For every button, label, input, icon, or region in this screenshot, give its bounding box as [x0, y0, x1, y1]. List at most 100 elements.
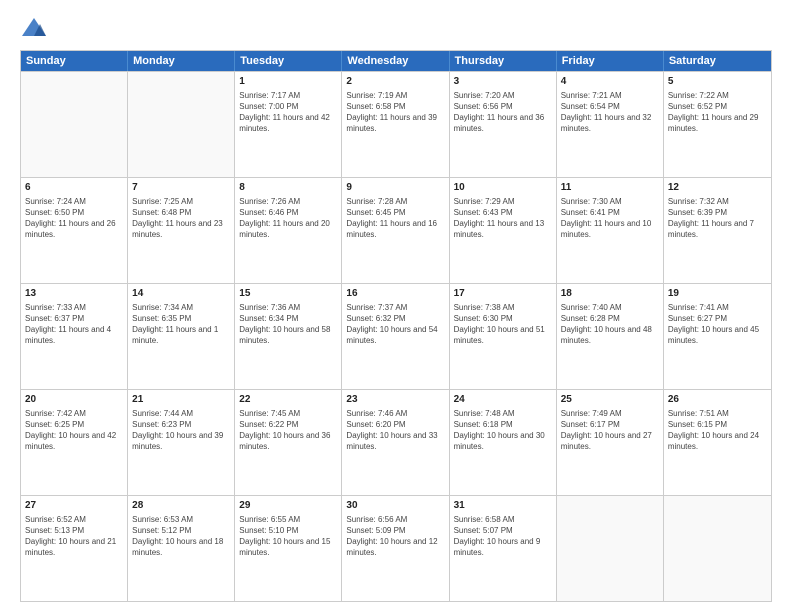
cell-content: Sunrise: 7:36 AM Sunset: 6:34 PM Dayligh… — [239, 302, 337, 347]
day-number: 30 — [346, 499, 444, 513]
day-number: 26 — [668, 393, 767, 407]
header-monday: Monday — [128, 51, 235, 71]
day-number: 16 — [346, 287, 444, 301]
cell-content: Sunrise: 7:20 AM Sunset: 6:56 PM Dayligh… — [454, 90, 552, 135]
day-number: 31 — [454, 499, 552, 513]
cal-cell-1-3: 9Sunrise: 7:28 AM Sunset: 6:45 PM Daylig… — [342, 178, 449, 283]
cal-cell-4-0: 27Sunrise: 6:52 AM Sunset: 5:13 PM Dayli… — [21, 496, 128, 601]
cal-cell-0-3: 2Sunrise: 7:19 AM Sunset: 6:58 PM Daylig… — [342, 72, 449, 177]
week-row-2: 13Sunrise: 7:33 AM Sunset: 6:37 PM Dayli… — [21, 283, 771, 389]
cell-content: Sunrise: 6:58 AM Sunset: 5:07 PM Dayligh… — [454, 514, 552, 559]
cal-cell-2-5: 18Sunrise: 7:40 AM Sunset: 6:28 PM Dayli… — [557, 284, 664, 389]
cell-content: Sunrise: 6:55 AM Sunset: 5:10 PM Dayligh… — [239, 514, 337, 559]
cal-cell-1-4: 10Sunrise: 7:29 AM Sunset: 6:43 PM Dayli… — [450, 178, 557, 283]
cal-cell-1-0: 6Sunrise: 7:24 AM Sunset: 6:50 PM Daylig… — [21, 178, 128, 283]
cal-cell-3-1: 21Sunrise: 7:44 AM Sunset: 6:23 PM Dayli… — [128, 390, 235, 495]
day-number: 11 — [561, 181, 659, 195]
cell-content: Sunrise: 7:22 AM Sunset: 6:52 PM Dayligh… — [668, 90, 767, 135]
cal-cell-1-6: 12Sunrise: 7:32 AM Sunset: 6:39 PM Dayli… — [664, 178, 771, 283]
cell-content: Sunrise: 7:49 AM Sunset: 6:17 PM Dayligh… — [561, 408, 659, 453]
cell-content: Sunrise: 7:42 AM Sunset: 6:25 PM Dayligh… — [25, 408, 123, 453]
calendar-body: 1Sunrise: 7:17 AM Sunset: 7:00 PM Daylig… — [21, 71, 771, 601]
day-number: 28 — [132, 499, 230, 513]
day-number: 5 — [668, 75, 767, 89]
cell-content: Sunrise: 7:29 AM Sunset: 6:43 PM Dayligh… — [454, 196, 552, 241]
cell-content: Sunrise: 7:19 AM Sunset: 6:58 PM Dayligh… — [346, 90, 444, 135]
day-number: 8 — [239, 181, 337, 195]
week-row-1: 6Sunrise: 7:24 AM Sunset: 6:50 PM Daylig… — [21, 177, 771, 283]
cell-content: Sunrise: 6:53 AM Sunset: 5:12 PM Dayligh… — [132, 514, 230, 559]
cal-cell-3-3: 23Sunrise: 7:46 AM Sunset: 6:20 PM Dayli… — [342, 390, 449, 495]
cell-content: Sunrise: 7:34 AM Sunset: 6:35 PM Dayligh… — [132, 302, 230, 347]
cal-cell-3-2: 22Sunrise: 7:45 AM Sunset: 6:22 PM Dayli… — [235, 390, 342, 495]
cal-cell-1-1: 7Sunrise: 7:25 AM Sunset: 6:48 PM Daylig… — [128, 178, 235, 283]
cell-content: Sunrise: 7:44 AM Sunset: 6:23 PM Dayligh… — [132, 408, 230, 453]
cal-cell-3-6: 26Sunrise: 7:51 AM Sunset: 6:15 PM Dayli… — [664, 390, 771, 495]
cal-cell-4-1: 28Sunrise: 6:53 AM Sunset: 5:12 PM Dayli… — [128, 496, 235, 601]
header-sunday: Sunday — [21, 51, 128, 71]
day-number: 4 — [561, 75, 659, 89]
cell-content: Sunrise: 7:30 AM Sunset: 6:41 PM Dayligh… — [561, 196, 659, 241]
logo-icon — [20, 16, 48, 44]
cell-content: Sunrise: 7:46 AM Sunset: 6:20 PM Dayligh… — [346, 408, 444, 453]
cal-cell-0-1 — [128, 72, 235, 177]
cell-content: Sunrise: 7:33 AM Sunset: 6:37 PM Dayligh… — [25, 302, 123, 347]
header-wednesday: Wednesday — [342, 51, 449, 71]
day-number: 27 — [25, 499, 123, 513]
cal-cell-0-4: 3Sunrise: 7:20 AM Sunset: 6:56 PM Daylig… — [450, 72, 557, 177]
cal-cell-4-6 — [664, 496, 771, 601]
cal-cell-2-6: 19Sunrise: 7:41 AM Sunset: 6:27 PM Dayli… — [664, 284, 771, 389]
cell-content: Sunrise: 7:32 AM Sunset: 6:39 PM Dayligh… — [668, 196, 767, 241]
calendar: SundayMondayTuesdayWednesdayThursdayFrid… — [20, 50, 772, 602]
cal-cell-3-4: 24Sunrise: 7:48 AM Sunset: 6:18 PM Dayli… — [450, 390, 557, 495]
day-number: 29 — [239, 499, 337, 513]
cell-content: Sunrise: 7:48 AM Sunset: 6:18 PM Dayligh… — [454, 408, 552, 453]
cal-cell-0-2: 1Sunrise: 7:17 AM Sunset: 7:00 PM Daylig… — [235, 72, 342, 177]
day-number: 3 — [454, 75, 552, 89]
day-number: 18 — [561, 287, 659, 301]
day-number: 25 — [561, 393, 659, 407]
cell-content: Sunrise: 7:41 AM Sunset: 6:27 PM Dayligh… — [668, 302, 767, 347]
header-tuesday: Tuesday — [235, 51, 342, 71]
cal-cell-3-0: 20Sunrise: 7:42 AM Sunset: 6:25 PM Dayli… — [21, 390, 128, 495]
header-saturday: Saturday — [664, 51, 771, 71]
cell-content: Sunrise: 7:37 AM Sunset: 6:32 PM Dayligh… — [346, 302, 444, 347]
cell-content: Sunrise: 7:28 AM Sunset: 6:45 PM Dayligh… — [346, 196, 444, 241]
day-number: 12 — [668, 181, 767, 195]
cal-cell-4-2: 29Sunrise: 6:55 AM Sunset: 5:10 PM Dayli… — [235, 496, 342, 601]
header-thursday: Thursday — [450, 51, 557, 71]
day-number: 17 — [454, 287, 552, 301]
cal-cell-0-6: 5Sunrise: 7:22 AM Sunset: 6:52 PM Daylig… — [664, 72, 771, 177]
day-number: 13 — [25, 287, 123, 301]
cal-cell-0-5: 4Sunrise: 7:21 AM Sunset: 6:54 PM Daylig… — [557, 72, 664, 177]
day-number: 7 — [132, 181, 230, 195]
cell-content: Sunrise: 7:51 AM Sunset: 6:15 PM Dayligh… — [668, 408, 767, 453]
cell-content: Sunrise: 7:25 AM Sunset: 6:48 PM Dayligh… — [132, 196, 230, 241]
day-number: 6 — [25, 181, 123, 195]
cal-cell-1-2: 8Sunrise: 7:26 AM Sunset: 6:46 PM Daylig… — [235, 178, 342, 283]
day-number: 21 — [132, 393, 230, 407]
day-number: 19 — [668, 287, 767, 301]
cell-content: Sunrise: 7:21 AM Sunset: 6:54 PM Dayligh… — [561, 90, 659, 135]
day-number: 14 — [132, 287, 230, 301]
cell-content: Sunrise: 7:26 AM Sunset: 6:46 PM Dayligh… — [239, 196, 337, 241]
cell-content: Sunrise: 7:38 AM Sunset: 6:30 PM Dayligh… — [454, 302, 552, 347]
day-number: 2 — [346, 75, 444, 89]
cell-content: Sunrise: 6:56 AM Sunset: 5:09 PM Dayligh… — [346, 514, 444, 559]
cal-cell-2-1: 14Sunrise: 7:34 AM Sunset: 6:35 PM Dayli… — [128, 284, 235, 389]
day-number: 15 — [239, 287, 337, 301]
cal-cell-0-0 — [21, 72, 128, 177]
cell-content: Sunrise: 7:45 AM Sunset: 6:22 PM Dayligh… — [239, 408, 337, 453]
header-friday: Friday — [557, 51, 664, 71]
day-number: 10 — [454, 181, 552, 195]
page-header — [20, 16, 772, 44]
cal-cell-2-2: 15Sunrise: 7:36 AM Sunset: 6:34 PM Dayli… — [235, 284, 342, 389]
cell-content: Sunrise: 7:17 AM Sunset: 7:00 PM Dayligh… — [239, 90, 337, 135]
calendar-header-row: SundayMondayTuesdayWednesdayThursdayFrid… — [21, 51, 771, 71]
cal-cell-1-5: 11Sunrise: 7:30 AM Sunset: 6:41 PM Dayli… — [557, 178, 664, 283]
cal-cell-2-4: 17Sunrise: 7:38 AM Sunset: 6:30 PM Dayli… — [450, 284, 557, 389]
day-number: 20 — [25, 393, 123, 407]
cell-content: Sunrise: 7:40 AM Sunset: 6:28 PM Dayligh… — [561, 302, 659, 347]
cal-cell-4-5 — [557, 496, 664, 601]
week-row-3: 20Sunrise: 7:42 AM Sunset: 6:25 PM Dayli… — [21, 389, 771, 495]
